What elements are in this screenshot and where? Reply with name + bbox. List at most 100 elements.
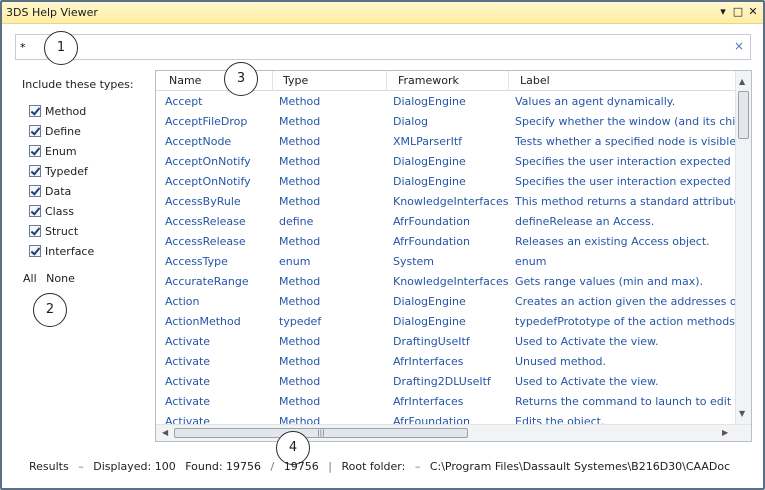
table-row[interactable]: AccessByRule Method KnowledgeInterfaces Thi… [156,192,736,212]
cell-name: AccessRelease [165,235,246,248]
column-header-label[interactable]: Label [509,71,736,91]
type-filter-label: Struct [45,224,79,238]
root-folder-path: C:\Program Files\Dassault Systemes\B216D… [429,460,731,473]
cell-label: Specifies the user interaction expected … [515,155,736,168]
cell-name: Activate [165,355,211,368]
cell-framework: DialogEngine [393,95,466,108]
cell-name: AcceptFileDrop [165,115,248,128]
maximize-icon[interactable]: □ [731,5,745,19]
cell-type: Method [279,295,321,308]
cell-framework: DraftingUseItf [393,335,470,348]
cell-type: Method [279,175,321,188]
cell-label: Releases an existing Access object. [515,235,710,248]
type-filter-enum[interactable]: Enum [29,143,77,159]
type-filter-label: Define [45,124,81,138]
table-row[interactable]: AcceptOnNotify Method DialogEngine Specifie… [156,172,736,192]
table-row[interactable]: Action Method DialogEngine Creates an actio… [156,292,736,312]
interface-checkbox[interactable] [29,245,41,257]
search-box: × [15,34,751,60]
type-filter-struct[interactable]: Struct [29,223,78,239]
cell-framework: DialogEngine [393,315,466,328]
cell-type: typedef [279,315,322,328]
cell-framework: Drafting2DLUseItf [393,375,491,388]
cell-label: Tests whether a specified node is visibl… [515,135,736,148]
horizontal-scroll-thumb[interactable]: ||| [174,428,468,438]
table-row[interactable]: AccessType enum System enum [156,252,736,272]
cell-name: Activate [165,375,211,388]
cell-label: typedefPrototype of the action methods. [515,315,736,328]
cell-name: Accept [165,95,203,108]
type-filter-data[interactable]: Data [29,183,71,199]
cell-name: Activate [165,395,211,408]
cell-framework: AfrInterfaces [393,395,464,408]
table-row[interactable]: ActionMethod typedef DialogEngine typedefPr… [156,312,736,332]
status-slash: / [270,460,275,473]
vertical-scroll-thumb[interactable] [738,91,749,139]
typedef-checkbox[interactable] [29,165,41,177]
table-row[interactable]: AccurateRange Method KnowledgeInterfaces Ge… [156,272,736,292]
cell-type: Method [279,335,321,348]
close-icon[interactable]: ✕ [746,5,760,19]
table-row[interactable]: Activate Method AfrInterfaces Unused method… [156,352,736,372]
column-header-framework[interactable]: Framework [387,71,509,91]
method-checkbox[interactable] [29,105,41,117]
table-row[interactable]: Activate Method Drafting2DLUseItf Used to A… [156,372,736,392]
type-filter-typedef[interactable]: Typedef [29,163,88,179]
cell-type: Method [279,115,321,128]
cell-framework: DialogEngine [393,295,466,308]
root-folder-label: Root folder: [341,460,406,473]
pin-dropdown-icon[interactable]: ▾ [716,5,730,19]
cell-framework: XMLParserItf [393,135,463,148]
cell-framework: AfrInterfaces [393,355,464,368]
type-filter-class[interactable]: Class [29,203,74,219]
type-filter-method[interactable]: Method [29,103,86,119]
struct-checkbox[interactable] [29,225,41,237]
table-row[interactable]: AcceptNode Method XMLParserItf Tests whethe… [156,132,736,152]
table-row[interactable]: AccessRelease define AfrFoundation defineRe… [156,212,736,232]
scroll-left-icon[interactable]: ◀ [162,428,168,437]
cell-label: This method returns a standard attribute… [515,195,736,208]
scroll-down-icon[interactable]: ▼ [739,409,745,418]
cell-type: Method [279,395,321,408]
scroll-up-icon[interactable]: ▲ [739,77,745,86]
cell-name: AcceptNode [165,135,232,148]
cell-framework: DialogEngine [393,155,466,168]
status-dash-2: – [414,460,421,473]
select-all-link[interactable]: All [23,272,37,285]
select-none-link[interactable]: None [46,272,75,285]
displayed-count: Displayed: 100 [93,460,176,473]
cell-name: AcceptOnNotify [165,155,251,168]
type-filter-label: Interface [45,244,95,258]
cell-type: Method [279,355,321,368]
results-grid: Name Type Framework Label Accept Method Di… [155,70,752,442]
enum-checkbox[interactable] [29,145,41,157]
table-row[interactable]: AcceptOnNotify Method DialogEngine Specifie… [156,152,736,172]
table-row[interactable]: AcceptFileDrop Method Dialog Specify whethe… [156,112,736,132]
type-filter-define[interactable]: Define [29,123,81,139]
column-header-type[interactable]: Type [273,71,387,91]
data-checkbox[interactable] [29,185,41,197]
cell-label: Unused method. [515,355,606,368]
cell-type: enum [279,255,311,268]
horizontal-scrollbar[interactable]: ◀ ||| ▶ [156,424,751,441]
cell-label: Used to Activate the view. [515,375,659,388]
title-bar[interactable]: 3DS Help Viewer ▾ □ ✕ [2,2,763,24]
type-filter-label: Typedef [45,164,88,178]
table-row[interactable]: AccessRelease Method AfrFoundation Releases… [156,232,736,252]
class-checkbox[interactable] [29,205,41,217]
clear-search-icon[interactable]: × [734,39,744,53]
cell-name: AcceptOnNotify [165,175,251,188]
table-row[interactable]: Activate Method DraftingUseItf Used to Acti… [156,332,736,352]
cell-framework: System [393,255,435,268]
cell-type: Method [279,235,321,248]
cell-label: Gets range values (min and max). [515,275,704,288]
vertical-scrollbar[interactable]: ▲ ▼ [735,71,751,425]
search-input[interactable] [20,38,720,56]
define-checkbox[interactable] [29,125,41,137]
type-filter-interface[interactable]: Interface [29,243,94,259]
scroll-right-icon[interactable]: ▶ [722,428,728,437]
table-row[interactable]: Activate Method AfrInterfaces Returns the c… [156,392,736,412]
filter-title: Include these types: [22,78,134,91]
cell-name: AccessType [165,255,228,268]
cell-type: Method [279,135,321,148]
